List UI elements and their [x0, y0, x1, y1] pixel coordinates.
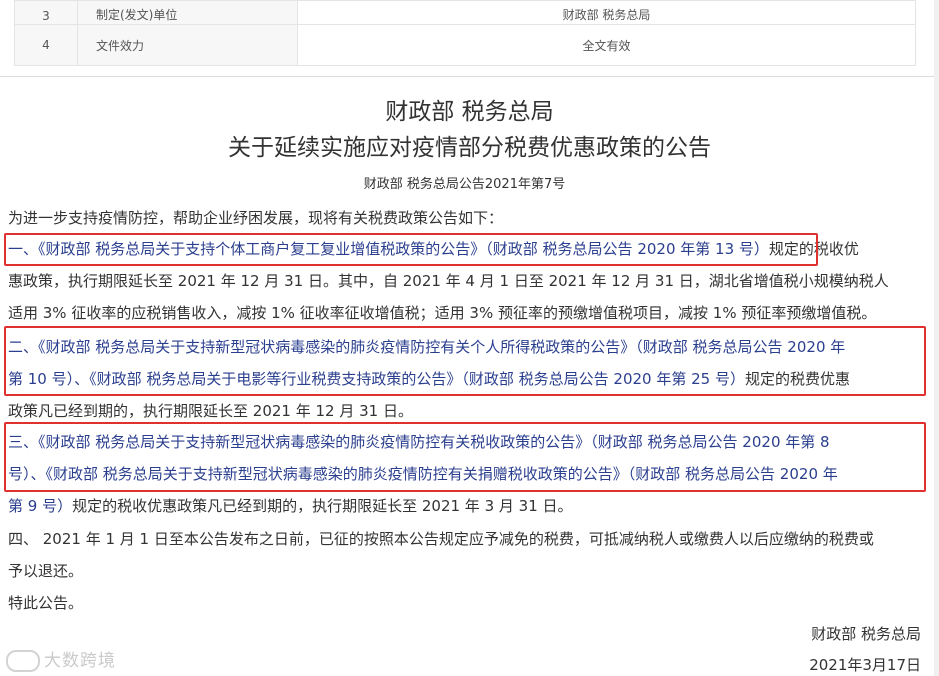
item4-line1: 四、 2021 年 1 月 1 日至本公告发布之日前，已征的按照本公告规定应予减… [8, 530, 874, 548]
row-number: 3 [14, 0, 78, 25]
item4-line2: 予以退还。 [8, 562, 84, 580]
item1-policy-link[interactable]: 《财政部 税务总局关于支持个体工商户复工复业增值税政策的公告》（财政部 税务总局… [38, 240, 769, 258]
item2-line1[interactable]: 二、《财政部 税务总局关于支持新型冠状病毒感染的肺炎疫情防控有关个人所得税政策的… [8, 336, 845, 357]
publish-date: 2021年3月17日 [809, 656, 921, 674]
document-meta-table: 3 制定(发文)单位 财政部 税务总局 4 文件效力 全文有效 [14, 0, 916, 66]
item3-line3: 第 9 号）规定的税收优惠政策凡已经到期的，执行期限延长至 2021 年 3 月… [8, 495, 573, 516]
table-row: 4 文件效力 全文有效 [14, 24, 916, 66]
item1-line3: 适用 3% 征收率的应税销售收入，减按 1% 征收率征收增值税；适用 3% 预征… [8, 304, 877, 322]
item3-text: 规定的税收优惠政策凡已经到期的，执行期限延长至 2021 年 3 月 31 日。 [72, 497, 573, 515]
item3-policy-link[interactable]: 第 9 号） [8, 497, 72, 515]
item1-text: 规定的税收优 [768, 240, 859, 258]
item1-prefix: 一、 [8, 240, 39, 258]
document-number: 财政部 税务总局公告2021年第7号 [363, 177, 566, 192]
item2-line3: 政策凡已经到期的，执行期限延长至 2021 年 12 月 31 日。 [8, 402, 413, 420]
signature: 财政部 税务总局 [811, 625, 921, 643]
item1-line1: 一、《财政部 税务总局关于支持个体工商户复工复业增值税政策的公告》（财政部 税务… [8, 238, 859, 259]
watermark: 大数跨境 [6, 646, 116, 672]
closing-text: 特此公告。 [8, 594, 84, 612]
row-value: 全文有效 [297, 24, 916, 66]
item1-line2: 惠政策，执行期限延长至 2021 年 12 月 31 日。其中，自 2021 年… [8, 272, 889, 290]
document-title-line1: 财政部 税务总局 [385, 99, 554, 125]
table-row: 3 制定(发文)单位 财政部 税务总局 [14, 0, 916, 25]
row-key: 文件效力 [77, 24, 298, 66]
row-key: 制定(发文)单位 [77, 0, 298, 25]
intro-paragraph: 为进一步支持疫情防控，帮助企业纾困发展，现将有关税费政策公告如下： [8, 209, 504, 227]
item2-line2: 第 10 号）、《财政部 税务总局关于电影等行业税费支持政策的公告》（财政部 税… [8, 368, 850, 389]
item3-line2[interactable]: 号）、《财政部 税务总局关于支持新型冠状病毒感染的肺炎疫情防控有关捐赠税收政策的… [8, 463, 838, 484]
item2-text: 规定的税费优惠 [745, 370, 851, 388]
item3-line1[interactable]: 三、《财政部 税务总局关于支持新型冠状病毒感染的肺炎疫情防控有关税收政策的公告》… [8, 431, 830, 452]
watermark-logo-icon [6, 650, 40, 672]
watermark-text: 大数跨境 [44, 651, 116, 671]
document-title-line2: 关于延续实施应对疫情部分税费优惠政策的公告 [228, 135, 711, 161]
row-number: 4 [14, 24, 78, 66]
divider [0, 76, 939, 77]
item2-policy-link[interactable]: 第 10 号）、《财政部 税务总局关于电影等行业税费支持政策的公告》（财政部 税… [8, 370, 745, 388]
row-value: 财政部 税务总局 [297, 0, 916, 25]
